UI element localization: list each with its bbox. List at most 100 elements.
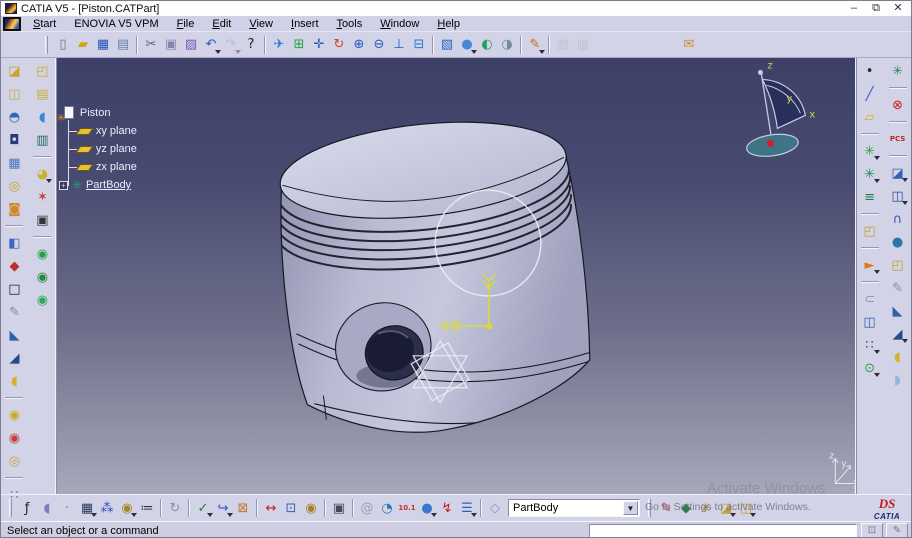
assemble-boolean-icon[interactable]: ◉ xyxy=(4,405,24,425)
paste-icon[interactable]: ▨ xyxy=(181,35,201,55)
render-move-icon[interactable]: ◉ xyxy=(32,290,52,310)
power-input[interactable] xyxy=(589,523,857,537)
pad-icon[interactable]: ◪ xyxy=(4,61,24,81)
cylinder-cut-icon[interactable]: ● xyxy=(888,232,908,252)
menu-start[interactable]: Start xyxy=(24,17,65,31)
rotate-icon[interactable]: ↻ xyxy=(329,35,349,55)
open-body-alt-icon[interactable]: ◰ xyxy=(888,255,908,275)
link-annotation-icon[interactable]: ↪ xyxy=(213,498,233,518)
piston-model[interactable] xyxy=(275,110,591,433)
normal-view-icon[interactable]: ⊥ xyxy=(389,35,409,55)
point-icon[interactable]: • xyxy=(860,61,880,81)
save-icon[interactable]: ▦ xyxy=(93,35,113,55)
pcs-icon[interactable]: PCS xyxy=(888,129,908,149)
tree-node-zx-plane[interactable]: zx plane xyxy=(67,158,137,176)
frame-icon[interactable]: □ xyxy=(4,279,24,299)
map-catalog-icon[interactable]: ◆ xyxy=(676,498,696,518)
pan-icon[interactable]: ✛ xyxy=(309,35,329,55)
tree-node-yz-plane[interactable]: yz plane xyxy=(67,140,137,158)
catia-logo-icon[interactable] xyxy=(3,16,21,31)
copy-icon[interactable]: ▣ xyxy=(161,35,181,55)
wireframe-diamond-icon[interactable]: ◇ xyxy=(485,498,505,518)
shell-alt-icon[interactable]: ◖ xyxy=(888,347,908,367)
turntable-icon[interactable]: ↻ xyxy=(165,498,185,518)
redo-icon[interactable]: ↷ xyxy=(221,35,241,55)
hide-show-icon[interactable]: ◐ xyxy=(477,35,497,55)
open-folder-icon[interactable]: ▰ xyxy=(73,35,93,55)
folder-pen-icon[interactable]: ◪ xyxy=(716,498,736,518)
chamfer-alt-icon[interactable]: ◣ xyxy=(888,301,908,321)
close-workbench-icon[interactable]: ⊗ xyxy=(888,95,908,115)
part-catalog-icon[interactable]: ▥ xyxy=(573,35,593,55)
tree-structure-icon[interactable]: ≡ xyxy=(860,187,880,207)
menu-tools[interactable]: Tools xyxy=(328,17,372,31)
dark-box-icon[interactable]: ▣ xyxy=(32,210,52,230)
shaft-icon[interactable]: ◓ xyxy=(4,107,24,127)
mirror-icon[interactable]: ◫ xyxy=(860,312,880,332)
stacked-sheets-icon[interactable]: ▤ xyxy=(32,84,52,104)
levels-icon[interactable]: ☰ xyxy=(457,498,477,518)
catalog-icon[interactable]: ▥ xyxy=(553,35,573,55)
shading-mode-icon[interactable]: ● xyxy=(457,35,477,55)
partbody-dropdown[interactable]: PartBody ▼ xyxy=(508,499,640,517)
open-box-icon[interactable]: ◰ xyxy=(860,221,880,241)
swirl-update-icon[interactable]: @ xyxy=(357,498,377,518)
menu-insert[interactable]: Insert xyxy=(282,17,328,31)
gear-flag-icon[interactable]: ✳ xyxy=(888,61,908,81)
thickness-icon[interactable]: ◗ xyxy=(888,370,908,390)
geometrical-set-icon[interactable]: ✳ xyxy=(860,141,880,161)
sketcher-icon[interactable]: ✎ xyxy=(525,35,545,55)
paint-splash-icon[interactable]: ✶ xyxy=(32,187,52,207)
multi-pad-icon[interactable]: ▦ xyxy=(4,153,24,173)
swap-visible-space-icon[interactable]: ◑ xyxy=(497,35,517,55)
rib-icon[interactable]: ◙ xyxy=(4,199,24,219)
new-file-icon[interactable]: ▯ xyxy=(53,35,73,55)
surface-icon[interactable]: ◧ xyxy=(4,233,24,253)
design-table-icon[interactable]: ▦ xyxy=(77,498,97,518)
camera-capture-icon[interactable]: ▣ xyxy=(329,498,349,518)
menu-help[interactable]: Help xyxy=(428,17,469,31)
whats-this-icon[interactable]: ? xyxy=(241,35,261,55)
groove-icon[interactable]: ◘ xyxy=(4,130,24,150)
tree-node-xy-plane[interactable]: xy plane xyxy=(67,122,137,140)
pad-alt-icon[interactable]: ◪ xyxy=(888,163,908,183)
3d-viewport[interactable]: z y x z y x xyxy=(56,58,856,494)
multi-sections-icon[interactable]: ∩ xyxy=(888,209,908,229)
chevron-down-icon[interactable]: ▼ xyxy=(623,501,638,515)
catalog-book-icon[interactable]: ▥ xyxy=(32,130,52,150)
menu-enovia[interactable]: ENOVIA V5 VPM xyxy=(65,17,167,31)
power-input-expand-button[interactable]: ⊡ xyxy=(861,523,883,537)
print-icon[interactable]: ▤ xyxy=(113,35,133,55)
update-bolt-icon[interactable]: ↯ xyxy=(437,498,457,518)
plane-icon[interactable]: ▱ xyxy=(860,107,880,127)
tree-node-piston[interactable]: ✳ Piston xyxy=(57,104,137,124)
close-button[interactable]: ✕ xyxy=(887,2,909,15)
zoom-out-icon[interactable]: ⊖ xyxy=(369,35,389,55)
select-cursor-icon[interactable]: ► xyxy=(860,255,880,275)
measure-between-icon[interactable]: ↔ xyxy=(261,498,281,518)
material-sphere-icon[interactable]: ◕ xyxy=(32,164,53,184)
draft-angle-icon[interactable]: ◢ xyxy=(4,348,24,368)
cut-icon[interactable]: ✂ xyxy=(141,35,161,55)
zoom-in-icon[interactable]: ⊕ xyxy=(349,35,369,55)
formula-fx-icon[interactable]: ƒ xyxy=(17,498,37,518)
relations-icon[interactable]: ⁂ xyxy=(97,498,117,518)
compass[interactable]: z y x xyxy=(745,60,815,159)
chamfer-icon[interactable]: ◣ xyxy=(4,325,24,345)
open-body-icon[interactable]: ◰ xyxy=(32,61,52,81)
measure-item-icon[interactable]: ⊡ xyxy=(281,498,301,518)
eraser-icon[interactable]: ◖ xyxy=(32,107,52,127)
dimension-values-icon[interactable]: 10.1 xyxy=(397,498,417,518)
transform-icon[interactable]: ◆ xyxy=(4,256,24,276)
toolbar-handle[interactable] xyxy=(648,499,651,517)
pocket-icon[interactable]: ◫ xyxy=(4,84,24,104)
shell-icon[interactable]: ◖ xyxy=(4,371,24,391)
line-icon[interactable]: ╱ xyxy=(860,84,880,104)
sketch-flat-icon[interactable]: ✎ xyxy=(888,278,908,298)
iso-view-icon[interactable]: ▧ xyxy=(437,35,457,55)
expand-icon[interactable]: + xyxy=(58,180,68,190)
pattern-icon[interactable]: ∷ xyxy=(860,335,880,355)
part-cylinder-icon[interactable]: ● xyxy=(417,498,437,518)
paint-brush-icon[interactable]: ✎ xyxy=(656,498,676,518)
render-select-icon[interactable]: ◉ xyxy=(32,244,52,264)
